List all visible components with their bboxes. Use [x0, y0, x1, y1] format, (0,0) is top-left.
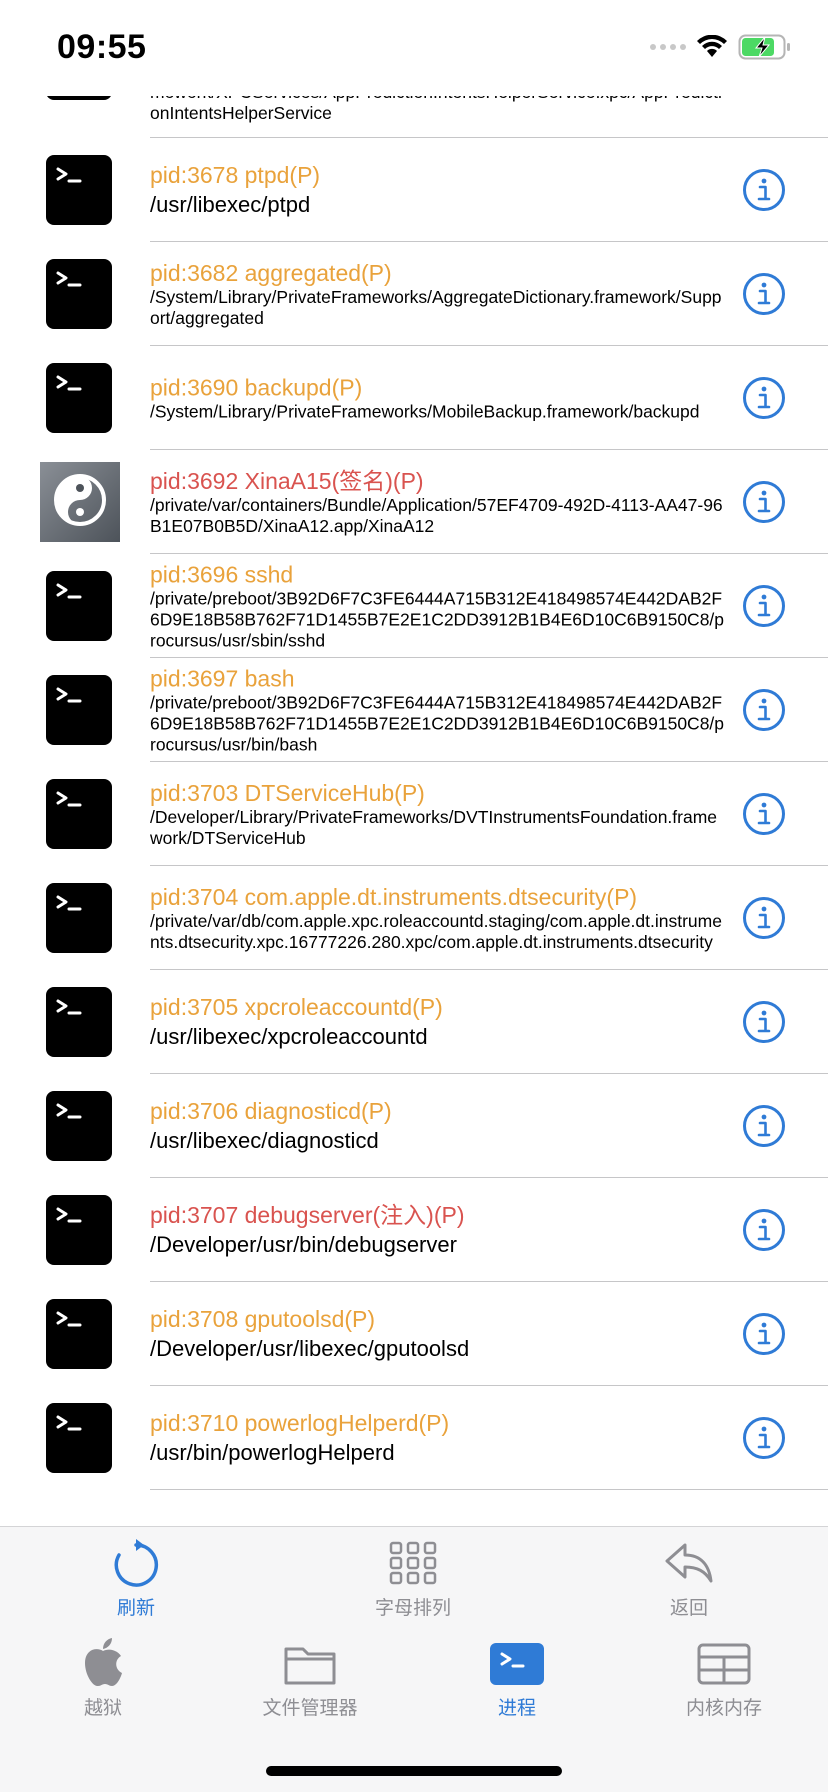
list-item[interactable]: pid:3704 com.apple.dt.instruments.dtsecu…	[0, 866, 828, 970]
status-icons	[650, 34, 792, 60]
tab-kernel-memory[interactable]: 内核内存	[654, 1637, 794, 1720]
info-icon[interactable]	[742, 1104, 786, 1148]
list-item[interactable]: pid:3703 DTServiceHub(P) /Developer/Libr…	[0, 762, 828, 866]
process-path: /Developer/Library/PrivateFrameworks/DVT…	[150, 807, 718, 848]
info-icon[interactable]	[742, 376, 786, 420]
terminal-icon	[46, 1195, 112, 1265]
refresh-label: 刷新	[116, 1598, 155, 1619]
status-time: 09:55	[57, 28, 147, 66]
list-item[interactable]: pid:3690 backupd(P) /System/Library/Priv…	[0, 346, 828, 450]
process-path: /private/preboot/3B92D6F7C3FE6444A715B31…	[150, 588, 725, 651]
process-title: pid:3706 diagnosticd(P)	[150, 1098, 392, 1124]
process-title: pid:3692 XinaA15(签名)(P)	[150, 468, 424, 494]
bottom-toolbar: 刷新 字母排列 返回 越狱 文件管理器 进程 内核内存	[0, 1526, 828, 1792]
terminal-icon	[46, 259, 112, 329]
grid-icon	[389, 1541, 437, 1585]
process-title: pid:3678 ptpd(P)	[150, 162, 321, 188]
list-item[interactable]: pid:3682 aggregated(P) /System/Library/P…	[0, 242, 828, 346]
back-button[interactable]: 返回	[619, 1537, 759, 1620]
info-icon[interactable]	[742, 272, 786, 316]
tab-jailbreak-label: 越狱	[83, 1698, 122, 1719]
info-icon[interactable]	[742, 168, 786, 212]
list-item[interactable]: pid:3696 sshd /private/preboot/3B92D6F7C…	[0, 554, 828, 658]
info-icon[interactable]	[742, 1312, 786, 1356]
list-item[interactable]: pid:3710 powerlogHelperd(P) /usr/bin/pow…	[0, 1386, 828, 1490]
process-title: pid:3704 com.apple.dt.instruments.dtsecu…	[150, 884, 638, 910]
terminal-icon	[46, 1091, 112, 1161]
tab-processes[interactable]: 进程	[447, 1637, 587, 1720]
terminal-icon	[46, 363, 112, 433]
terminal-icon	[46, 779, 112, 849]
alphabetical-sort-button[interactable]: 字母排列	[343, 1537, 483, 1620]
home-indicator	[266, 1766, 562, 1776]
refresh-icon	[114, 1539, 159, 1587]
info-icon[interactable]	[742, 792, 786, 836]
process-path: /System/Library/PrivateFrameworks/Mobile…	[150, 401, 700, 422]
process-path: /Developer/usr/bin/debugserver	[150, 1232, 457, 1257]
list-item[interactable]: pid:3708 gputoolsd(P) /Developer/usr/lib…	[0, 1282, 828, 1386]
list-item[interactable]: pid:3706 diagnosticd(P) /usr/libexec/dia…	[0, 1074, 828, 1178]
tab-file-manager-label: 文件管理器	[262, 1698, 358, 1719]
info-icon[interactable]	[742, 480, 786, 524]
list-item[interactable]: pid:3707 debugserver(注入)(P) /Developer/u…	[0, 1178, 828, 1282]
info-icon[interactable]	[742, 688, 786, 732]
terminal-icon	[46, 987, 112, 1057]
info-icon[interactable]	[742, 584, 786, 628]
list-item[interactable]: pid:3705 xpcroleaccountd(P) /usr/libexec…	[0, 970, 828, 1074]
tab-processes-label: 进程	[497, 1698, 536, 1719]
process-path: /usr/libexec/diagnosticd	[150, 1128, 379, 1153]
tab-jailbreak[interactable]: 越狱	[33, 1637, 173, 1720]
terminal-icon	[46, 1403, 112, 1473]
reply-arrow-icon	[665, 1543, 713, 1583]
info-icon[interactable]	[742, 1208, 786, 1252]
process-list[interactable]: mework/XPCServices/AppPredictionIntentsH…	[0, 70, 828, 1526]
battery-charging-icon	[738, 34, 790, 60]
process-path: /private/var/containers/Bundle/Applicati…	[150, 495, 723, 536]
terminal-icon	[46, 1299, 112, 1369]
back-label: 返回	[669, 1598, 708, 1619]
process-title: pid:3710 powerlogHelperd(P)	[150, 1410, 450, 1436]
status-bar: 09:55	[0, 0, 828, 96]
process-title: pid:3707 debugserver(注入)(P)	[150, 1202, 465, 1228]
refresh-button[interactable]: 刷新	[66, 1537, 206, 1620]
xina-app-icon	[40, 462, 120, 542]
process-title: pid:3697 bash	[150, 665, 295, 692]
list-item[interactable]: pid:3692 XinaA15(签名)(P) /private/var/con…	[0, 450, 828, 554]
process-title: pid:3703 DTServiceHub(P)	[150, 780, 425, 806]
process-path: /usr/bin/powerlogHelperd	[150, 1440, 395, 1465]
info-icon[interactable]	[742, 896, 786, 940]
cellular-signal-icon	[650, 44, 686, 50]
info-icon[interactable]	[742, 1000, 786, 1044]
process-title: pid:3705 xpcroleaccountd(P)	[150, 994, 443, 1020]
table-icon	[697, 1643, 751, 1685]
list-item[interactable]: pid:3697 bash /private/preboot/3B92D6F7C…	[0, 658, 828, 762]
process-title: pid:3682 aggregated(P)	[150, 260, 392, 286]
tab-kernel-memory-label: 内核内存	[685, 1698, 762, 1719]
process-path: /private/var/db/com.apple.xpc.roleaccoun…	[150, 911, 722, 952]
alphabetical-label: 字母排列	[374, 1598, 451, 1619]
process-path: /usr/libexec/ptpd	[150, 192, 311, 217]
process-title: pid:3708 gputoolsd(P)	[150, 1306, 376, 1332]
info-icon[interactable]	[742, 1416, 786, 1460]
terminal-icon	[46, 155, 112, 225]
wifi-icon	[697, 35, 727, 57]
folder-icon	[284, 1647, 336, 1685]
terminal-icon	[46, 571, 112, 641]
tab-file-manager[interactable]: 文件管理器	[240, 1637, 380, 1720]
terminal-icon	[490, 1643, 544, 1685]
process-path: /System/Library/PrivateFrameworks/Aggreg…	[150, 287, 722, 328]
process-path: /private/preboot/3B92D6F7C3FE6444A715B31…	[150, 692, 725, 755]
process-title: pid:3696 sshd	[150, 561, 294, 588]
terminal-icon	[46, 675, 112, 745]
process-title: pid:3690 backupd(P)	[150, 374, 363, 401]
process-path: /Developer/usr/libexec/gputoolsd	[150, 1336, 470, 1361]
apple-logo-icon	[85, 1638, 122, 1687]
terminal-icon	[46, 883, 112, 953]
list-item[interactable]: pid:3678 ptpd(P) /usr/libexec/ptpd	[0, 138, 828, 242]
process-path: /usr/libexec/xpcroleaccountd	[150, 1024, 428, 1049]
